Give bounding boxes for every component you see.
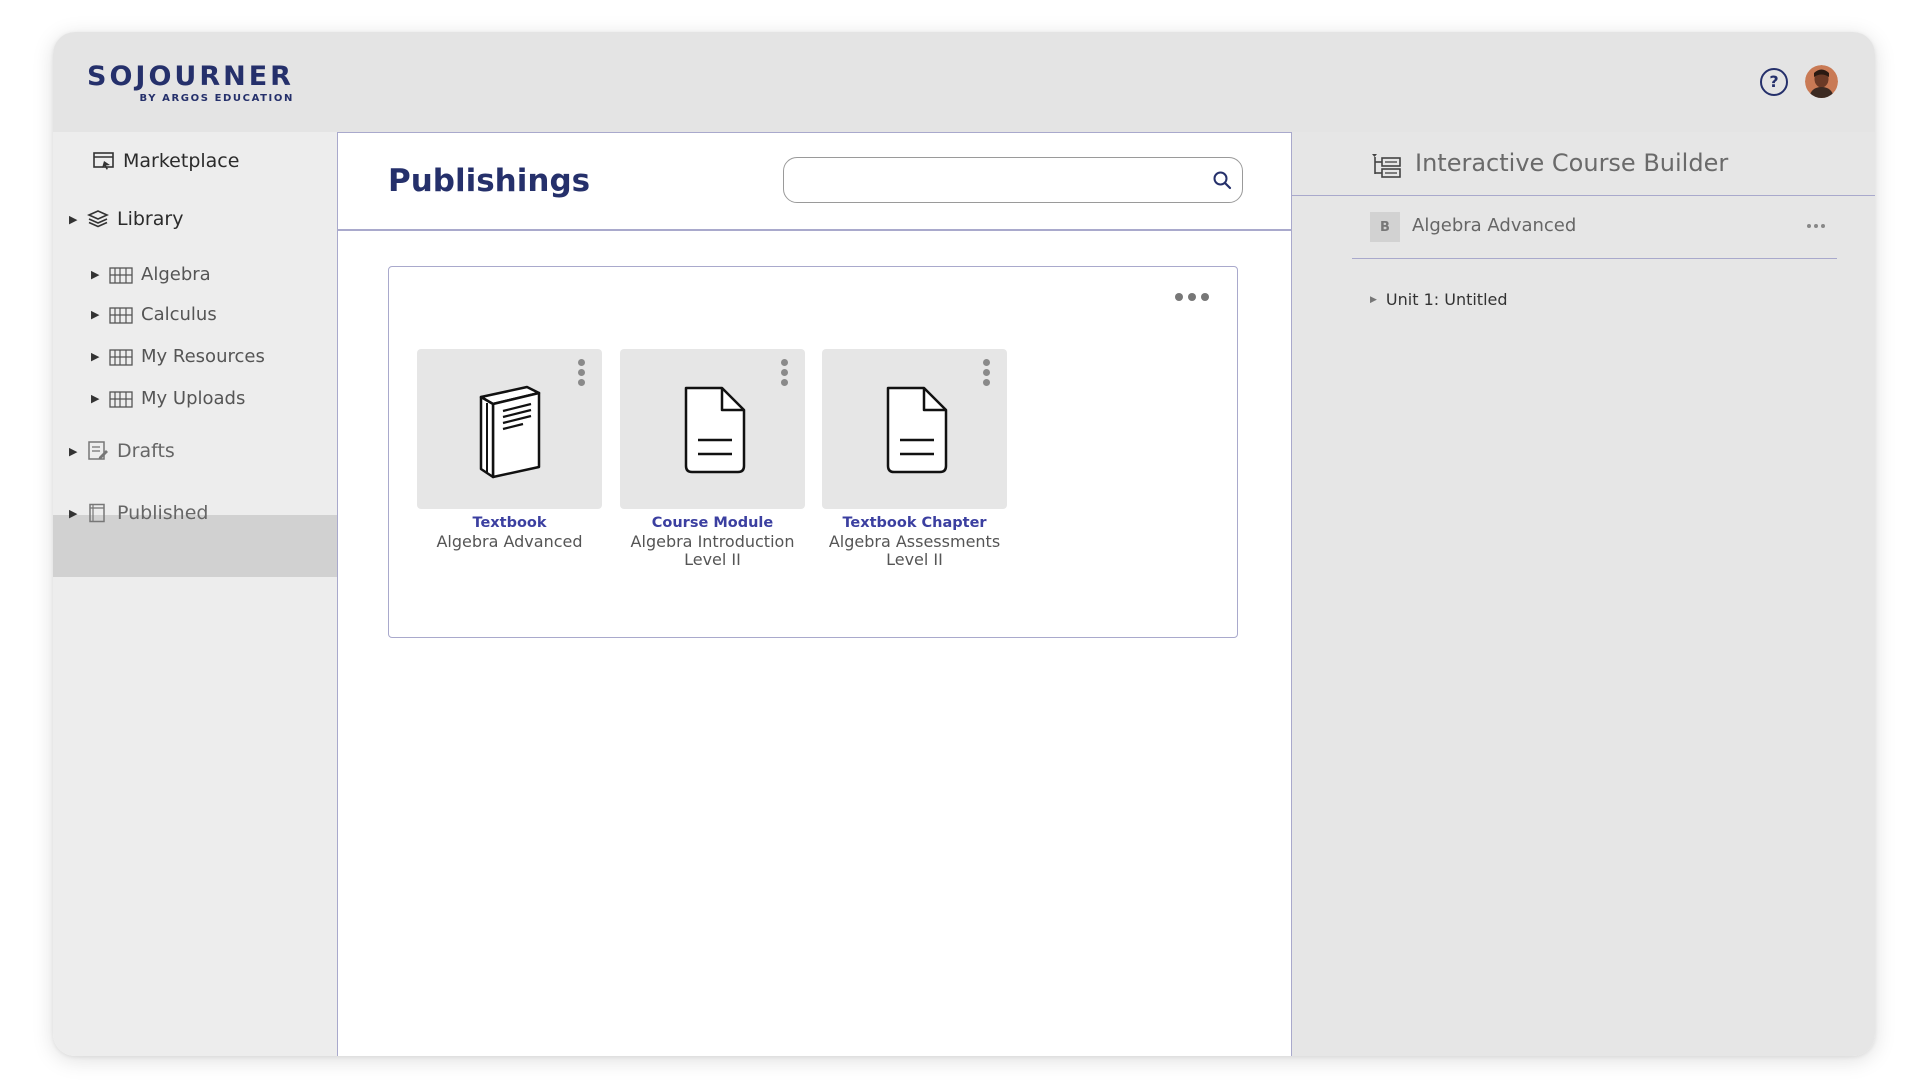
more-options-icon[interactable] <box>1807 224 1825 228</box>
caret-right-icon[interactable]: ▶ <box>1370 295 1377 305</box>
sidebar-item-label: Published <box>117 502 209 524</box>
caret-right-icon[interactable]: ▶ <box>91 392 109 405</box>
sojourner-logo[interactable]: SOJOURNER BY ARGOS EDUCATION <box>87 61 294 105</box>
more-options-icon[interactable] <box>1175 293 1209 301</box>
search-box[interactable] <box>783 157 1243 203</box>
sidebar-item-published-selected[interactable] <box>53 515 337 577</box>
document-icon <box>684 386 745 474</box>
tile-thumbnail[interactable] <box>417 349 602 509</box>
course-builder-title: Interactive Course Builder <box>1415 149 1729 177</box>
sidebar-item-drafts[interactable]: ▶ Drafts <box>69 440 175 462</box>
course-builder-header: Interactive Course Builder <box>1292 132 1875 196</box>
bookshelf-icon <box>109 390 141 408</box>
publishing-tile-textbook-chapter[interactable]: Textbook Chapter Algebra Assessments Lev… <box>822 349 1007 569</box>
course-row[interactable]: B Algebra Advanced <box>1352 212 1837 259</box>
sidebar-item-calculus[interactable]: ▶ Calculus <box>91 304 217 325</box>
app-window: SOJOURNER BY ARGOS EDUCATION ? Marketpla… <box>53 32 1875 1056</box>
kebab-menu-icon[interactable] <box>781 359 788 386</box>
main-panel: Publishings Textbook Algebra Advanced Co… <box>337 132 1292 1056</box>
sidebar-item-label: Algebra <box>141 264 211 285</box>
publishing-tile-course-module[interactable]: Course Module Algebra Introduction Level… <box>620 349 805 569</box>
tile-thumbnail[interactable] <box>620 349 805 509</box>
sidebar-item-my-resources[interactable]: ▶ My Resources <box>91 346 265 367</box>
sidebar-item-label: Drafts <box>117 440 175 462</box>
logo-tagline: BY ARGOS EDUCATION <box>139 93 294 104</box>
sidebar-item-my-uploads[interactable]: ▶ My Uploads <box>91 388 245 409</box>
sidebar-item-label: My Uploads <box>141 388 246 409</box>
sidebar-item-algebra[interactable]: ▶ Algebra <box>91 264 211 285</box>
avatar[interactable] <box>1805 65 1838 98</box>
tile-type-label[interactable]: Course Module <box>620 513 805 533</box>
publishing-tile-textbook[interactable]: Textbook Algebra Advanced <box>417 349 602 551</box>
publishings-container: Textbook Algebra Advanced Course Module … <box>388 266 1238 638</box>
sidebar-item-label: Library <box>117 208 184 230</box>
logo-wordmark: SOJOURNER <box>87 61 294 92</box>
search-input[interactable] <box>798 166 1188 194</box>
unit-item[interactable]: ▶ Unit 1: Untitled <box>1370 290 1508 309</box>
search-icon[interactable] <box>1212 170 1232 194</box>
kebab-menu-icon[interactable] <box>578 359 585 386</box>
marketplace-icon <box>93 151 123 171</box>
published-page-icon <box>87 503 117 523</box>
tile-type-label[interactable]: Textbook <box>417 513 602 533</box>
sidebar-item-published[interactable]: ▶ Published <box>69 502 208 524</box>
bookshelf-icon <box>109 306 141 324</box>
top-header: SOJOURNER BY ARGOS EDUCATION ? <box>53 32 1875 132</box>
tile-type-label[interactable]: Textbook Chapter <box>822 513 1007 533</box>
kebab-menu-icon[interactable] <box>983 359 990 386</box>
page-title: Publishings <box>388 163 591 199</box>
tile-thumbnail[interactable] <box>822 349 1007 509</box>
sidebar-item-label: Calculus <box>141 304 217 325</box>
tile-name: Algebra Assessments Level II <box>828 532 1001 569</box>
library-stack-icon <box>87 210 117 228</box>
caret-right-icon[interactable]: ▶ <box>69 445 87 458</box>
caret-right-icon[interactable]: ▶ <box>91 308 109 321</box>
sidebar-item-marketplace[interactable]: Marketplace <box>93 150 239 172</box>
sidebar: Marketplace ▶ Library ▶ Algebra ▶ Calcul… <box>53 132 337 1056</box>
course-name[interactable]: Algebra Advanced <box>1412 215 1576 236</box>
tile-name: Algebra Introduction Level II <box>630 532 795 569</box>
bookshelf-icon <box>109 348 141 366</box>
sidebar-item-label: Marketplace <box>123 150 240 172</box>
sidebar-item-label: My Resources <box>141 346 265 367</box>
caret-right-icon[interactable]: ▶ <box>91 350 109 363</box>
course-builder-panel: Interactive Course Builder B Algebra Adv… <box>1292 132 1875 1056</box>
tile-name: Algebra Advanced <box>436 532 583 551</box>
sidebar-item-library[interactable]: ▶ Library <box>69 208 183 230</box>
caret-right-icon[interactable]: ▶ <box>69 213 87 226</box>
caret-right-icon[interactable]: ▶ <box>91 268 109 281</box>
book-icon <box>479 385 540 479</box>
help-icon[interactable]: ? <box>1760 68 1788 96</box>
course-badge: B <box>1370 212 1400 242</box>
draft-note-icon <box>87 441 117 461</box>
unit-label: Unit 1: Untitled <box>1385 290 1508 309</box>
document-icon <box>886 386 947 474</box>
tree-structure-icon <box>1370 152 1402 182</box>
bookshelf-icon <box>109 266 141 284</box>
caret-right-icon[interactable]: ▶ <box>69 507 87 520</box>
main-divider <box>338 229 1291 231</box>
